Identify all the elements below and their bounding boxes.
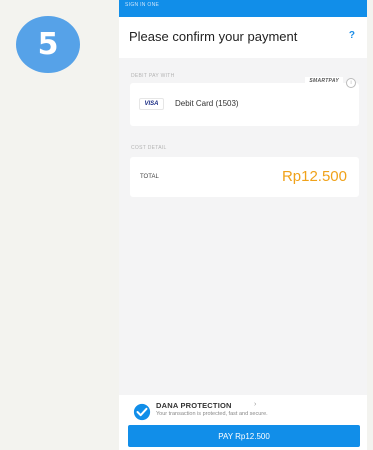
page-header: Please confirm your payment ? bbox=[119, 17, 367, 58]
checkout-footer: DANA PROTECTION › Your transaction is pr… bbox=[119, 395, 367, 450]
pay-button[interactable]: PAY Rp12.500 bbox=[128, 425, 360, 447]
chevron-right-icon[interactable]: › bbox=[254, 401, 256, 408]
cost-detail-card: TOTAL Rp12.500 bbox=[130, 157, 359, 197]
payment-method-card[interactable]: SMARTPAY i VISA Debit Card (1503) bbox=[130, 77, 359, 126]
help-icon[interactable]: ? bbox=[349, 30, 355, 41]
smartpay-badge: SMARTPAY bbox=[305, 77, 343, 85]
cost-detail-section-label: COST DETAIL bbox=[131, 145, 167, 151]
payment-method-label: Debit Card (1503) bbox=[175, 99, 239, 108]
phone-screen: SIGN IN ONE Please confirm your payment … bbox=[119, 0, 367, 450]
status-bar: SIGN IN ONE bbox=[119, 0, 367, 17]
info-icon[interactable]: i bbox=[346, 78, 356, 88]
visa-logo: VISA bbox=[139, 98, 164, 110]
step-number-badge: 5 bbox=[16, 16, 80, 73]
protection-description: Your transaction is protected, fast and … bbox=[156, 411, 268, 417]
page-title: Please confirm your payment bbox=[129, 29, 298, 44]
protection-title[interactable]: DANA PROTECTION bbox=[156, 401, 232, 410]
dana-protection-icon bbox=[133, 403, 151, 421]
pay-with-section-label: DEBIT PAY WITH bbox=[131, 73, 175, 79]
total-label: TOTAL bbox=[140, 174, 159, 180]
total-amount: Rp12.500 bbox=[281, 168, 347, 185]
